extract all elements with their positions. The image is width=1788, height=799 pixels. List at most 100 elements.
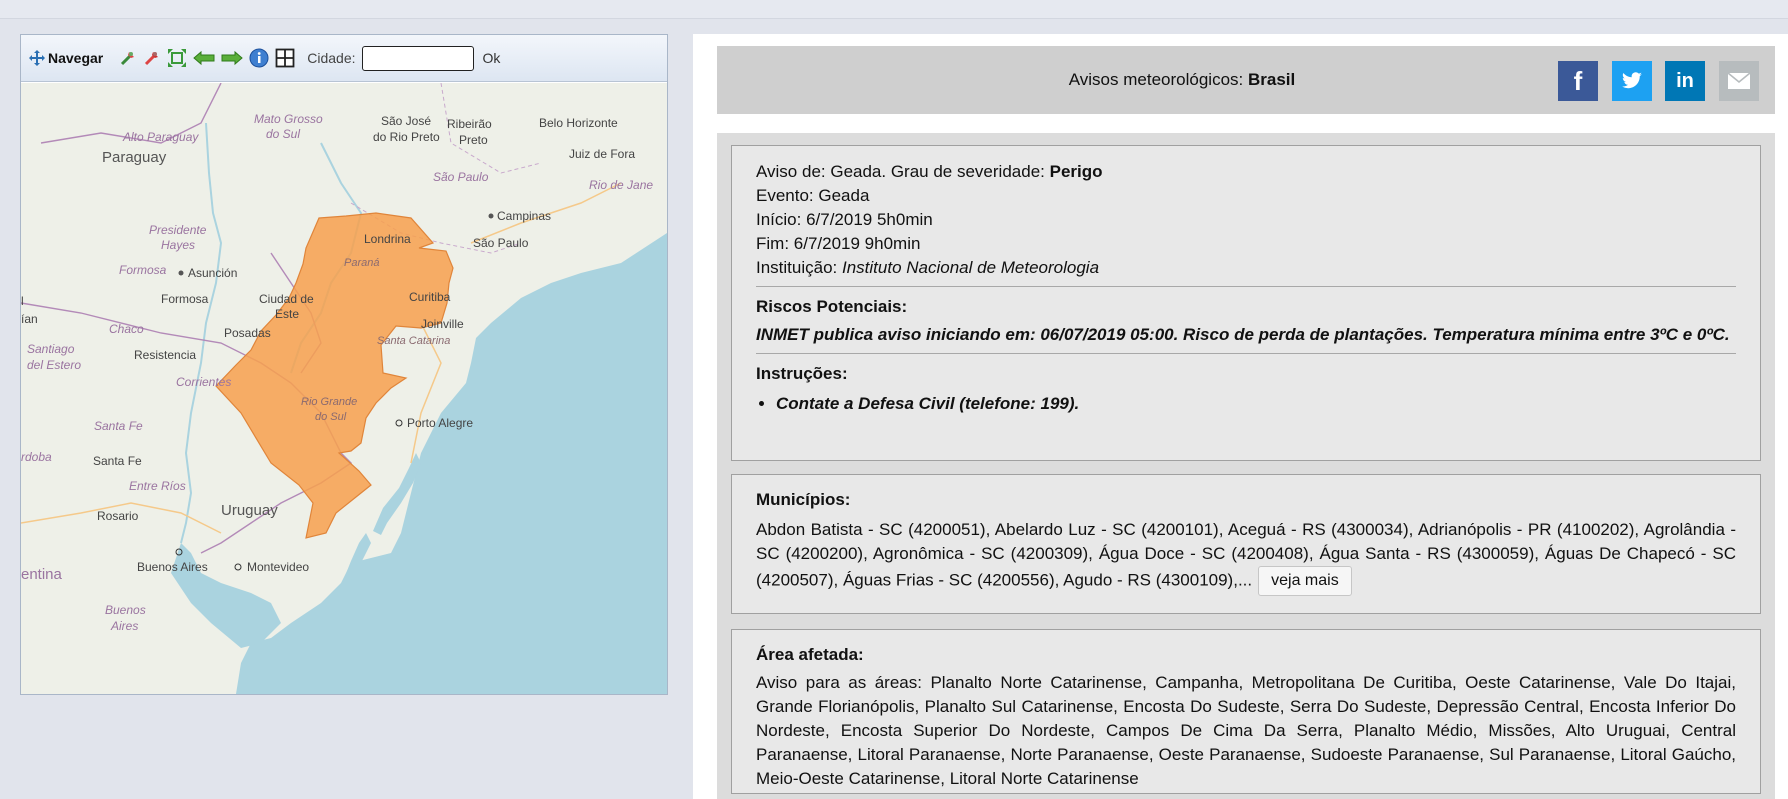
- show-more-button[interactable]: veja mais: [1258, 566, 1352, 596]
- map-label: Mato Grosso: [254, 112, 323, 126]
- divider: [756, 353, 1736, 354]
- ok-button[interactable]: Ok: [483, 50, 501, 66]
- event-text: Evento: Geada: [756, 186, 870, 205]
- map-label: Entre Ríos: [129, 479, 186, 493]
- grid-button[interactable]: [275, 47, 295, 69]
- map-toolbar: Navegar Cidade: Ok: [21, 35, 667, 82]
- arrow-right-icon: [221, 50, 244, 66]
- header-bar: Avisos meteorológicos: Brasil f in: [717, 46, 1775, 114]
- map-label: Formosa: [161, 292, 209, 306]
- instructions-list: Contate a Defesa Civil (telefone: 199).: [756, 392, 1736, 416]
- start-text: Início: 6/7/2019 5h0min: [756, 210, 933, 229]
- twitter-icon: [1622, 72, 1642, 89]
- warning-type-text: Aviso de: Geada. Grau de severidade:: [756, 162, 1045, 181]
- risks-text: INMET publica aviso iniciando em: 06/07/…: [756, 325, 1730, 344]
- institution-value: Instituto Nacional de Meteorologia: [842, 258, 1100, 277]
- top-strip: [0, 0, 1788, 19]
- email-share-button[interactable]: [1719, 61, 1759, 101]
- map-label: Alto Paraguay: [122, 130, 199, 144]
- arrow-left-icon: [193, 50, 215, 66]
- map-label: do Rio Preto: [373, 130, 440, 144]
- map-label: Uruguay: [221, 502, 278, 519]
- affected-area-card: Área afetada: Aviso para as áreas: Plana…: [731, 629, 1761, 794]
- risks-title: Riscos Potenciais:: [756, 297, 908, 316]
- municipalities-card: Municípios: Abdon Batista - SC (4200051)…: [731, 474, 1761, 614]
- previous-extent-button[interactable]: [193, 47, 215, 69]
- map-label: Belo Horizonte: [539, 116, 618, 130]
- map-label: Buenos Aires: [137, 560, 208, 574]
- map-label: Presidente: [149, 223, 207, 237]
- city-dot: [488, 213, 494, 219]
- email-icon: [1727, 72, 1751, 89]
- zoom-out-button[interactable]: [143, 47, 161, 69]
- map-label: rdoba: [21, 450, 52, 464]
- full-extent-icon: [168, 49, 187, 67]
- map-label: entina: [21, 566, 63, 583]
- city-input[interactable]: [361, 45, 474, 71]
- map-label: Ribeirão: [447, 117, 492, 131]
- next-extent-button[interactable]: [221, 47, 244, 69]
- map-label: Londrina: [364, 232, 411, 246]
- map-label: do Sul: [315, 411, 347, 423]
- map-label: Chaco: [109, 322, 144, 336]
- map-label: Ciudad de: [259, 292, 314, 306]
- linkedin-icon: in: [1676, 69, 1694, 92]
- map-label: Hayes: [161, 238, 195, 252]
- map-label: Curitiba: [409, 290, 451, 304]
- map-label: Campinas: [497, 209, 551, 223]
- institution-row: Instituição: Instituto Nacional de Meteo…: [756, 256, 1736, 280]
- municipalities-title: Municípios:: [756, 490, 851, 509]
- facebook-share-button[interactable]: f: [1558, 61, 1598, 101]
- map-view[interactable]: Alto Paraguay Paraguay Mato Grosso do Su…: [21, 83, 667, 694]
- map-label: Este: [275, 307, 299, 321]
- move-arrows-icon: [29, 50, 45, 66]
- map-label: Formosa: [119, 263, 167, 277]
- map-label: Asunción: [188, 266, 237, 280]
- map-label: Paraná: [344, 257, 379, 269]
- map-canvas[interactable]: Alto Paraguay Paraguay Mato Grosso do Su…: [21, 83, 667, 694]
- navigate-label: Navegar: [48, 50, 104, 66]
- map-label: Santa Fe: [93, 454, 142, 468]
- affected-area-text: Aviso para as áreas: Planalto Norte Cata…: [756, 673, 1736, 788]
- zoom-extent-button[interactable]: [167, 47, 187, 69]
- map-label: Santa Catarina: [377, 335, 450, 347]
- municipalities-text: Abdon Batista - SC (4200051), Abelardo L…: [756, 520, 1736, 590]
- info-button[interactable]: [249, 47, 269, 69]
- map-label: do Sul: [266, 127, 300, 141]
- info-icon: [249, 48, 269, 68]
- instructions-title: Instruções:: [756, 364, 848, 383]
- warning-card: Aviso de: Geada. Grau de severidade: Per…: [731, 145, 1761, 461]
- map-label: Rio Grande: [301, 396, 357, 408]
- map-label: Corrientes: [176, 375, 231, 389]
- map-label: São José: [381, 114, 431, 128]
- severity-value: Perigo: [1049, 162, 1103, 181]
- map-label: São Paulo: [433, 170, 489, 184]
- map-label: Paraguay: [102, 149, 167, 166]
- title-prefix: Avisos meteorológicos:: [1068, 70, 1244, 89]
- twitter-share-button[interactable]: [1612, 61, 1652, 101]
- grid-icon: [275, 48, 295, 68]
- instruction-item: Contate a Defesa Civil (telefone: 199).: [776, 392, 1736, 416]
- warning-type: Aviso de: Geada. Grau de severidade: Per…: [756, 160, 1736, 184]
- facebook-icon: f: [1573, 65, 1583, 96]
- warnings-panel: Avisos meteorológicos: Brasil f in Aviso…: [693, 34, 1788, 799]
- navigate-button[interactable]: Navegar: [29, 47, 103, 69]
- map-label: Porto Alegre: [407, 416, 473, 430]
- content-area: Aviso de: Geada. Grau de severidade: Per…: [717, 133, 1775, 799]
- map-label: Juiz de Fora: [569, 147, 635, 161]
- zoom-in-button[interactable]: [119, 47, 137, 69]
- map-label: Joinville: [421, 317, 464, 331]
- map-label: Posadas: [224, 326, 271, 340]
- municipalities-text-block: Abdon Batista - SC (4200051), Abelardo L…: [756, 518, 1736, 596]
- end-text: Fim: 6/7/2019 9h0min: [756, 234, 921, 253]
- map-panel: Navegar Cidade: Ok Alto Paraguay Paragua…: [20, 34, 668, 695]
- title-region: Brasil: [1247, 70, 1296, 89]
- map-label: Aires: [110, 619, 138, 633]
- map-label: Rosario: [97, 509, 139, 523]
- zoom-out-icon: [145, 52, 159, 66]
- map-label: São Paulo: [473, 236, 529, 250]
- city-label: Cidade:: [307, 50, 356, 66]
- map-label: Preto: [459, 133, 488, 147]
- linkedin-share-button[interactable]: in: [1665, 61, 1705, 101]
- map-label: l: [21, 294, 24, 308]
